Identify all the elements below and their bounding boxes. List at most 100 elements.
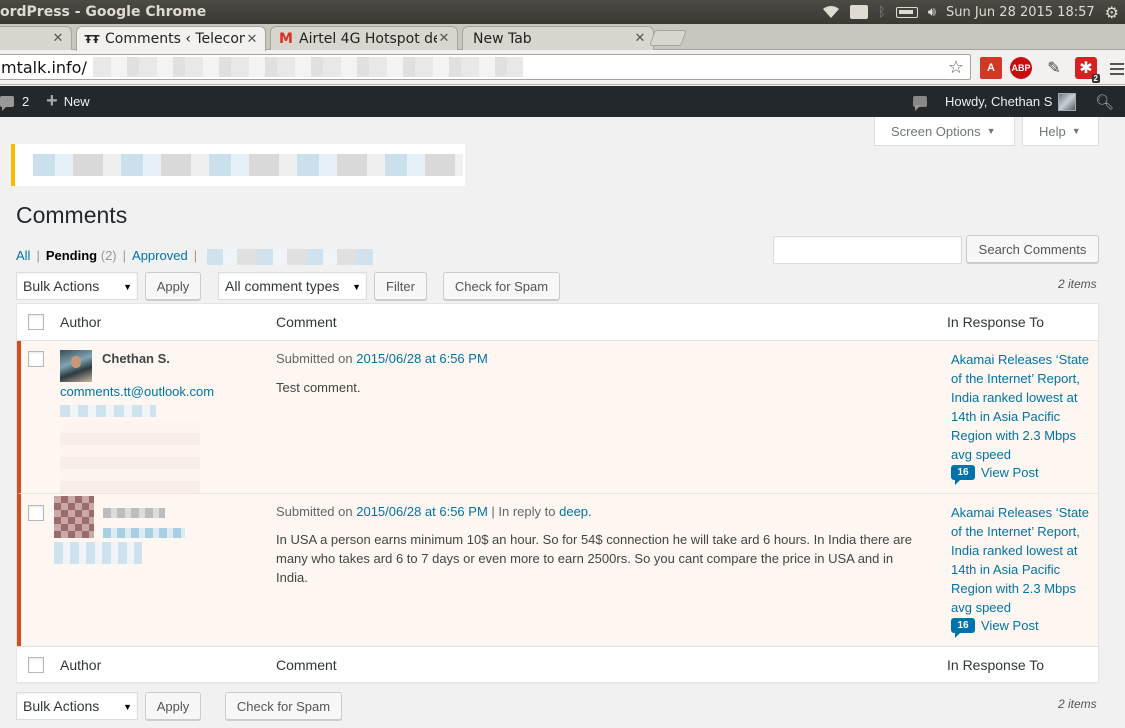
select-all-checkbox[interactable] bbox=[28, 314, 44, 330]
browser-tab-strip: ✕ ŦŦ Comments ‹ Telecom ✕ M Airtel 4G Ho… bbox=[0, 24, 1125, 51]
column-response[interactable]: In Response To bbox=[947, 657, 1044, 673]
view-post[interactable]: 16 View Post bbox=[951, 465, 1039, 485]
clock[interactable]: Sun Jun 28 2015 18:57 bbox=[946, 5, 1095, 20]
comment-bubble-icon bbox=[0, 96, 14, 111]
column-response[interactable]: In Response To bbox=[947, 314, 1044, 330]
table-footer: Author Comment In Response To bbox=[17, 646, 1098, 683]
apply-button-bottom[interactable]: Apply bbox=[145, 692, 201, 720]
comment-date-link[interactable]: 2015/06/28 at 6:56 PM bbox=[356, 504, 488, 519]
screen-options-button[interactable]: Screen Options ▼ bbox=[874, 117, 1015, 146]
gear-icon[interactable]: ⚙ bbox=[1105, 3, 1119, 22]
author-email[interactable]: comments.tt@outlook.com bbox=[60, 384, 214, 399]
new-tab-button[interactable] bbox=[649, 30, 687, 46]
browser-tab-new[interactable]: New Tab ✕ bbox=[462, 26, 654, 50]
search-input[interactable] bbox=[773, 236, 962, 264]
bulk-actions-value: Bulk Actions bbox=[23, 278, 100, 294]
admin-bar-comments[interactable]: 2 bbox=[0, 86, 29, 117]
filter-pending[interactable]: Pending bbox=[46, 248, 97, 263]
check-spam-button[interactable]: Check for Spam bbox=[443, 272, 560, 300]
bulk-actions-select[interactable]: Bulk Actions ▼ bbox=[16, 272, 138, 300]
reply-to-link[interactable]: deep. bbox=[559, 504, 592, 519]
avatar bbox=[60, 350, 92, 382]
pdf-extension-icon[interactable]: A bbox=[980, 57, 1002, 79]
my-account[interactable]: Howdy, Chethan S bbox=[945, 86, 1077, 117]
os-top-panel: ordPress - Google Chrome En ᛒ 🔊︎ Sun Jun… bbox=[0, 0, 1125, 24]
page-title: Comments bbox=[16, 202, 128, 228]
submitted-line: Submitted on 2015/06/28 at 6:56 PM | In … bbox=[276, 504, 592, 519]
notification-icon[interactable] bbox=[913, 86, 935, 117]
browser-toolbar: mtalk.info/ ☆ bbox=[0, 50, 1125, 85]
howdy-greeting: Howdy, Chethan S bbox=[945, 94, 1053, 109]
items-count: 2 items bbox=[1058, 277, 1097, 291]
window-title: ordPress - Google Chrome bbox=[0, 4, 207, 20]
bluetooth-icon[interactable]: ᛒ bbox=[878, 5, 886, 20]
table-row: Submitted on 2015/06/28 at 6:56 PM | In … bbox=[17, 494, 1098, 646]
wifi-icon[interactable] bbox=[822, 5, 840, 19]
admin-bar-new[interactable]: + New bbox=[46, 86, 90, 117]
bulk-actions-select-bottom[interactable]: Bulk Actions ▼ bbox=[16, 692, 138, 720]
caret-down-icon: ▼ bbox=[123, 702, 132, 712]
close-icon[interactable]: ✕ bbox=[437, 31, 451, 46]
bookmark-star-icon[interactable]: ☆ bbox=[948, 57, 964, 78]
select-all-checkbox[interactable] bbox=[28, 657, 44, 673]
battery-icon[interactable] bbox=[895, 6, 918, 18]
caret-down-icon: ▼ bbox=[123, 282, 132, 292]
tools-extension-icon[interactable]: ✎ bbox=[1043, 57, 1065, 79]
address-bar[interactable]: mtalk.info/ ☆ bbox=[0, 54, 971, 80]
tab-title: Comments ‹ Telecom bbox=[105, 31, 245, 47]
column-comment: Comment bbox=[276, 314, 337, 330]
search-comments-button[interactable]: Search Comments bbox=[966, 235, 1099, 263]
check-spam-button-bottom[interactable]: Check for Spam bbox=[225, 692, 342, 720]
view-post[interactable]: 16 View Post bbox=[951, 618, 1039, 638]
submitted-line: Submitted on 2015/06/28 at 6:56 PM bbox=[276, 351, 488, 366]
row-checkbox[interactable] bbox=[28, 351, 44, 367]
new-label: New bbox=[63, 94, 90, 109]
system-tray: En ᛒ 🔊︎ Sun Jun 28 2015 18:57 ⚙ bbox=[822, 0, 1125, 24]
lastpass-extension-icon[interactable]: ✱ 2 bbox=[1075, 57, 1100, 83]
pending-count: (2) bbox=[100, 248, 117, 263]
post-comment-count-icon[interactable]: 16 bbox=[951, 618, 975, 638]
table-header: Author Comment In Response To bbox=[17, 304, 1098, 341]
filter-button[interactable]: Filter bbox=[374, 272, 427, 300]
apply-button[interactable]: Apply bbox=[145, 272, 201, 300]
comments-table: Author Comment In Response To Chethan S.… bbox=[16, 303, 1099, 683]
column-author[interactable]: Author bbox=[60, 657, 101, 673]
volume-icon[interactable]: 🔊︎ bbox=[928, 5, 936, 20]
comment-text: In USA a person earns minimum 10$ an hou… bbox=[276, 532, 912, 585]
filter-all[interactable]: All bbox=[16, 248, 30, 263]
filter-approved[interactable]: Approved bbox=[132, 248, 188, 263]
bulk-actions-value: Bulk Actions bbox=[23, 698, 100, 714]
post-comment-count-icon[interactable]: 16 bbox=[951, 465, 975, 485]
chat-icon bbox=[913, 96, 927, 111]
close-icon[interactable]: ✕ bbox=[51, 31, 65, 46]
column-author[interactable]: Author bbox=[60, 314, 101, 330]
browser-tab-comments[interactable]: ŦŦ Comments ‹ Telecom ✕ bbox=[76, 26, 266, 51]
row-checkbox[interactable] bbox=[28, 505, 44, 521]
gmail-icon: M bbox=[279, 30, 293, 47]
adblock-plus-icon[interactable]: ABP bbox=[1010, 57, 1032, 79]
search-icon[interactable]: 🔍︎ bbox=[1095, 86, 1114, 117]
chrome-menu-icon[interactable] bbox=[1110, 60, 1124, 78]
comment-status-filters: All | Pending (2) | Approved | bbox=[16, 248, 378, 265]
response-post-link[interactable]: Akamai Releases ‘State of the Internet’ … bbox=[951, 503, 1096, 617]
close-icon[interactable]: ✕ bbox=[633, 31, 647, 46]
url-text: mtalk.info/ bbox=[1, 57, 87, 77]
browser-tab-1[interactable]: ✕ bbox=[0, 26, 72, 50]
help-button[interactable]: Help ▼ bbox=[1022, 117, 1099, 146]
browser-tab-airtel[interactable]: M Airtel 4G Hotspot de ✕ bbox=[270, 26, 458, 50]
comment-types-select[interactable]: All comment types ▼ bbox=[218, 272, 367, 300]
close-icon[interactable]: ✕ bbox=[245, 32, 259, 47]
keyboard-layout-indicator[interactable]: En bbox=[850, 5, 868, 19]
redacted-url bbox=[92, 57, 523, 77]
view-post-link[interactable]: View Post bbox=[981, 618, 1039, 633]
response-post-link[interactable]: Akamai Releases ‘State of the Internet’ … bbox=[951, 350, 1096, 464]
site-favicon-icon: ŦŦ bbox=[84, 32, 100, 46]
redacted-filters bbox=[207, 248, 378, 265]
redacted-avatar bbox=[54, 496, 94, 538]
items-count-bottom: 2 items bbox=[1058, 697, 1097, 711]
admin-notice bbox=[11, 144, 465, 186]
view-post-link[interactable]: View Post bbox=[981, 465, 1039, 480]
comment-date-link[interactable]: 2015/06/28 at 6:56 PM bbox=[356, 351, 488, 366]
tab-title: Airtel 4G Hotspot de bbox=[299, 30, 437, 47]
redacted-author-info bbox=[60, 421, 200, 493]
